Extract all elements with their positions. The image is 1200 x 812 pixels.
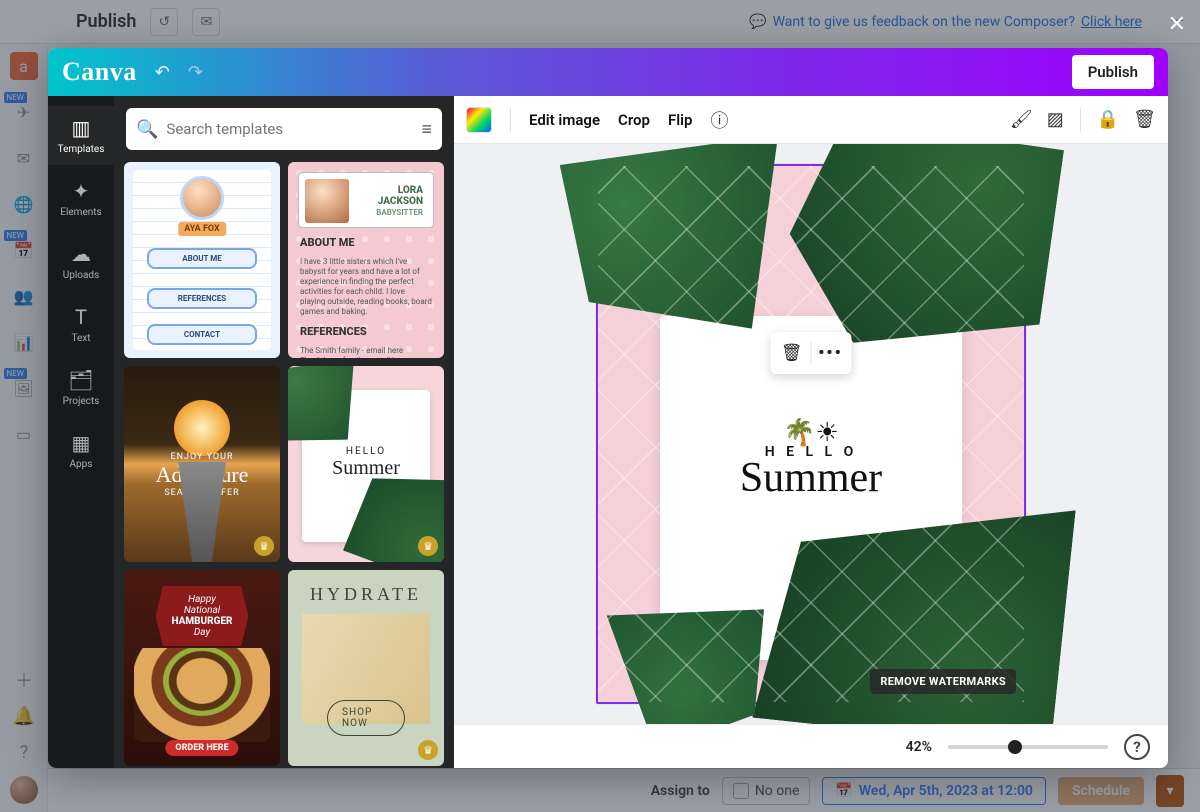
template-thumb[interactable]: HYDRATE SHOP NOW ♛ bbox=[288, 570, 444, 766]
template-thumb[interactable]: AYA FOX ABOUT ME REFERENCES CONTACT bbox=[124, 162, 280, 358]
templates-icon: ▥ bbox=[72, 116, 91, 140]
canvas-viewport[interactable]: 🌴☀ H E L L O Summer REMOVE WATERMARKS 🗑 … bbox=[454, 144, 1168, 724]
selection-more-icon[interactable]: ••• bbox=[816, 338, 846, 368]
rail-text[interactable]: TText bbox=[48, 295, 114, 354]
rail-elements[interactable]: ✦Elements bbox=[48, 169, 114, 228]
filter-icon[interactable]: ≡ bbox=[421, 119, 432, 140]
canva-rail: ▥Templates ✦Elements ☁Uploads TText 🗂Pro… bbox=[48, 96, 114, 768]
selection-toolbar: 🗑 ••• bbox=[771, 332, 852, 374]
pro-badge-icon: ♛ bbox=[418, 740, 438, 760]
rail-apps[interactable]: ▦Apps bbox=[48, 421, 114, 480]
template-thumb[interactable]: ENJOY YOURAdventureSEASON OFFER 75%OFF ♛ bbox=[124, 366, 280, 562]
delete-icon[interactable]: 🗑 bbox=[1133, 109, 1156, 130]
editor-area: Edit image Crop Flip ⓘ 🖌 ▨ 🔒 🗑 bbox=[454, 96, 1168, 768]
template-grid: AYA FOX ABOUT ME REFERENCES CONTACT LORA… bbox=[114, 162, 454, 768]
template-thumb[interactable]: Happy NationalHAMBURGERDay ORDER HERE bbox=[124, 570, 280, 766]
search-input[interactable] bbox=[166, 120, 413, 138]
zoom-bar: 42% ? bbox=[454, 724, 1168, 768]
selection-delete-icon[interactable]: 🗑 bbox=[777, 338, 807, 368]
info-icon[interactable]: ⓘ bbox=[710, 107, 728, 133]
editor-toolbar: Edit image Crop Flip ⓘ 🖌 ▨ 🔒 🗑 bbox=[454, 96, 1168, 144]
undo-icon[interactable]: ↶ bbox=[155, 62, 170, 83]
elements-icon: ✦ bbox=[73, 179, 90, 203]
template-search[interactable]: 🔍 ≡ bbox=[126, 108, 442, 150]
edit-image-button[interactable]: Edit image bbox=[529, 111, 600, 129]
lock-icon[interactable]: 🔒 bbox=[1097, 109, 1119, 130]
publish-button[interactable]: Publish bbox=[1072, 55, 1154, 89]
apps-icon: ▦ bbox=[72, 431, 91, 455]
text-icon: T bbox=[75, 305, 87, 329]
transparency-icon[interactable]: ▨ bbox=[1047, 109, 1064, 130]
canva-header: Canva ↶ ↷ Publish bbox=[48, 48, 1168, 96]
redo-icon[interactable]: ↷ bbox=[188, 62, 203, 83]
pro-badge-icon: ♛ bbox=[254, 536, 274, 556]
zoom-slider[interactable] bbox=[948, 745, 1108, 749]
canva-body: ▥Templates ✦Elements ☁Uploads TText 🗂Pro… bbox=[48, 96, 1168, 768]
projects-icon: 🗂 bbox=[68, 368, 93, 392]
zoom-value: 42% bbox=[906, 739, 932, 755]
canva-window: Canva ↶ ↷ Publish ▥Templates ✦Elements ☁… bbox=[48, 48, 1168, 768]
rail-uploads[interactable]: ☁Uploads bbox=[48, 232, 114, 291]
uploads-icon: ☁ bbox=[71, 242, 91, 266]
crop-button[interactable]: Crop bbox=[618, 111, 650, 129]
pro-badge-icon: ♛ bbox=[418, 536, 438, 556]
design-summer: Summer bbox=[598, 454, 1024, 502]
zoom-thumb[interactable] bbox=[1008, 740, 1022, 754]
color-picker[interactable] bbox=[466, 107, 492, 133]
close-icon[interactable]: ✕ bbox=[1168, 12, 1186, 37]
template-thumb[interactable]: HELLOSummer ♛ bbox=[288, 366, 444, 562]
templates-panel: 🔍 ≡ AYA FOX ABOUT ME REFERENCES CONTACT … bbox=[114, 96, 454, 768]
toolbar-separator bbox=[510, 108, 511, 132]
remove-watermarks-button[interactable]: REMOVE WATERMARKS bbox=[870, 669, 1016, 694]
template-thumb[interactable]: LORAJACKSONBABYSITTER ABOUT ME I have 3 … bbox=[288, 162, 444, 358]
help-button[interactable]: ? bbox=[1124, 734, 1150, 760]
design-canvas[interactable]: 🌴☀ H E L L O Summer REMOVE WATERMARKS bbox=[596, 164, 1026, 704]
search-icon: 🔍 bbox=[136, 119, 158, 140]
animate-icon[interactable]: 🖌 bbox=[1010, 109, 1033, 130]
toolbar-separator bbox=[1080, 108, 1081, 132]
rail-projects[interactable]: 🗂Projects bbox=[48, 358, 114, 417]
rail-templates[interactable]: ▥Templates bbox=[48, 106, 114, 165]
flip-button[interactable]: Flip bbox=[668, 111, 692, 129]
canva-logo: Canva bbox=[62, 57, 137, 87]
design-text[interactable]: 🌴☀ H E L L O Summer bbox=[598, 418, 1024, 502]
